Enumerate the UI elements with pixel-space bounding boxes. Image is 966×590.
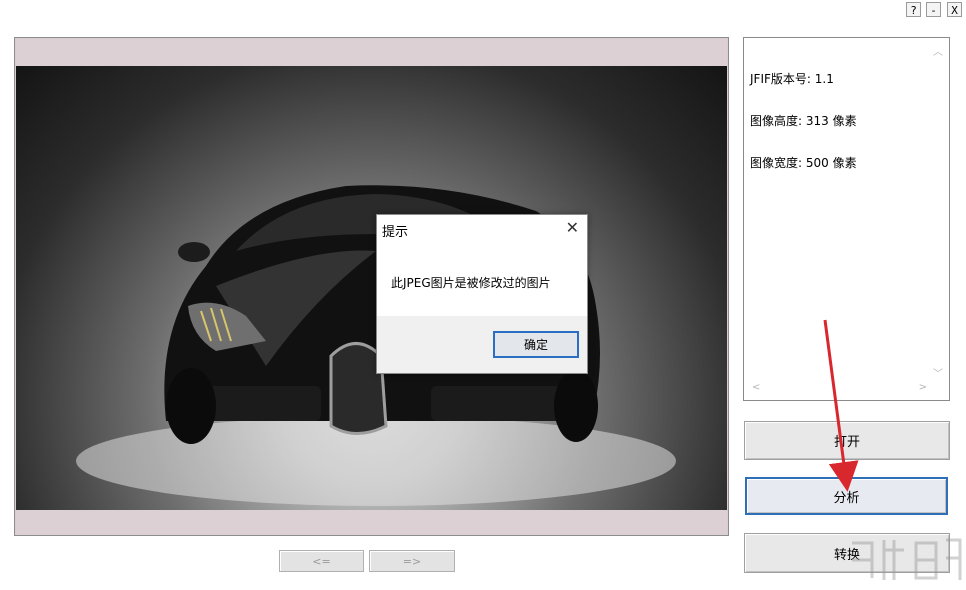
prev-button-label: <= [312,554,331,568]
analyze-button[interactable]: 分析 [745,477,948,515]
help-button[interactable]: ? [906,2,921,17]
next-button-label: => [402,554,422,568]
watermark-logo [852,538,962,580]
viewer-top-strip [16,39,727,66]
dialog-ok-label: 确定 [523,338,548,352]
scroll-up-icon[interactable]: ︿ [933,43,943,58]
scroll-right-icon[interactable]: > [919,382,927,393]
info-text: JFIF版本号: 1.1 图像高度: 313 像素 图像宽度: 500 像素 [750,44,857,198]
scroll-left-icon[interactable]: < [752,382,760,393]
minimize-button[interactable]: - [926,2,941,17]
car-photo [16,66,727,535]
dialog-close-icon[interactable]: ✕ [566,218,579,237]
dialog-message: 此JPEG图片是被修改过的图片 [391,276,551,290]
info-panel[interactable]: JFIF版本号: 1.1 图像高度: 313 像素 图像宽度: 500 像素 ︿… [743,37,950,401]
scroll-down-icon[interactable]: ﹀ [933,365,943,380]
dialog-footer: 确定 [377,316,587,373]
next-image-button[interactable]: => [369,550,455,572]
info-line-image-width: 图像宽度: 500 像素 [750,156,857,170]
dialog-ok-button[interactable]: 确定 [493,331,579,358]
car-illustration [76,185,676,506]
message-dialog: 提示 ✕ 此JPEG图片是被修改过的图片 确定 [376,214,588,374]
dialog-title: 提示 [382,225,409,240]
open-button-label: 打开 [833,435,860,450]
image-viewer [14,37,729,536]
analyze-button-label: 分析 [833,490,860,506]
open-button[interactable]: 打开 [744,421,950,460]
viewer-bottom-strip [16,510,727,535]
info-line-image-height: 图像高度: 313 像素 [750,114,857,128]
prev-image-button[interactable]: <= [279,550,364,572]
info-line-jfif-version: JFIF版本号: 1.1 [750,72,834,86]
close-button[interactable]: X [947,2,962,17]
